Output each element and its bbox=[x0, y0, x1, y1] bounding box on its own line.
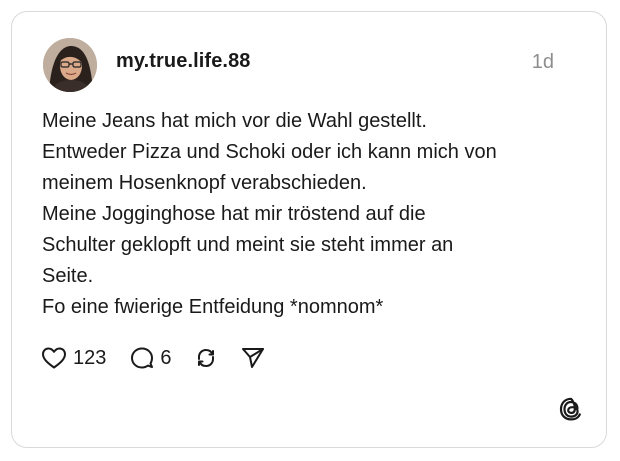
repost-button[interactable] bbox=[194, 346, 218, 370]
post-text-line: Meine Jeans hat mich vor die Wahl gestel… bbox=[42, 110, 427, 132]
post-text-line: Entweder Pizza und Schoki oder ich kann … bbox=[42, 141, 497, 163]
reply-count: 6 bbox=[160, 346, 172, 369]
like-button[interactable]: 123 bbox=[41, 346, 106, 370]
post-text-line: Fo eine fwierige Entfeidung *nomnom* bbox=[42, 296, 384, 318]
repost-icon bbox=[197, 348, 214, 368]
avatar[interactable] bbox=[43, 38, 97, 92]
threads-logo-icon bbox=[558, 396, 584, 422]
post-text-line: Seite. bbox=[42, 265, 94, 287]
post-timestamp: 1d bbox=[531, 51, 554, 73]
avatar-image bbox=[43, 38, 97, 92]
post-text-line: meinem Hosenknopf verabschieden. bbox=[42, 172, 367, 194]
like-count: 123 bbox=[73, 346, 107, 369]
comment-icon bbox=[131, 347, 154, 369]
post-text: Meine Jeans hat mich vor die Wahl gestel… bbox=[42, 106, 587, 323]
post-actions: 123 6 bbox=[41, 343, 266, 373]
post-text-line: Meine Jogginghose hat mir tröstend auf d… bbox=[42, 203, 426, 225]
reply-button[interactable]: 6 bbox=[130, 346, 172, 370]
share-button[interactable] bbox=[240, 346, 266, 370]
username[interactable]: my.true.life.88 bbox=[116, 50, 251, 73]
post-card: my.true.life.88 1d Meine Jeans hat mich … bbox=[11, 11, 607, 448]
heart-icon bbox=[42, 347, 66, 369]
send-icon bbox=[241, 348, 264, 368]
post-text-line: Schulter geklopft und meint sie steht im… bbox=[42, 234, 454, 256]
